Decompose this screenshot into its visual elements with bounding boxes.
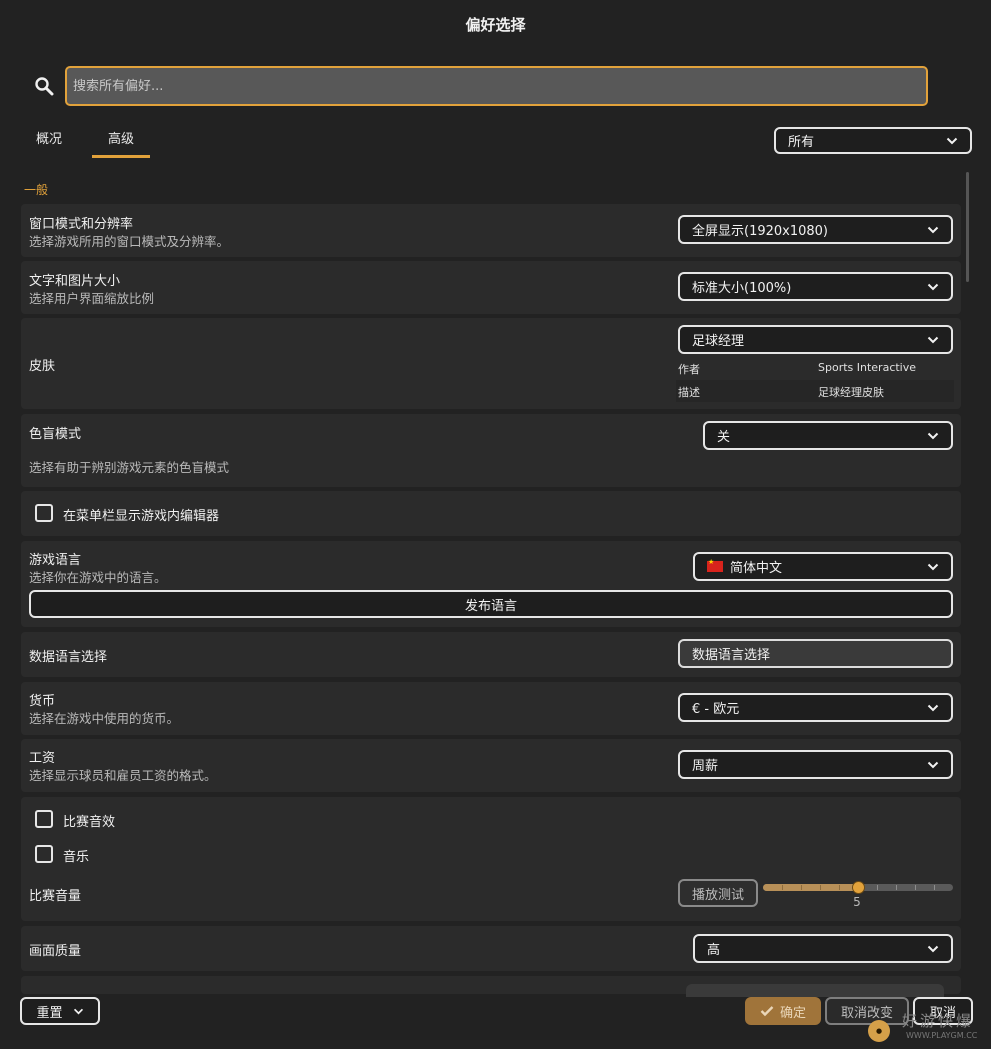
chevron-down-icon — [927, 761, 939, 768]
slider-thumb[interactable] — [851, 881, 865, 894]
chevron-down-icon — [946, 137, 958, 144]
setting-description: 选择在游戏中使用的货币。 — [29, 711, 180, 726]
slider-tick — [801, 885, 802, 890]
slider-tick — [839, 885, 840, 890]
match-volume-slider[interactable] — [763, 881, 953, 894]
editor-menu-checkbox[interactable] — [35, 504, 53, 522]
chevron-down-icon — [73, 1008, 83, 1014]
search-icon — [35, 77, 54, 96]
setting-title: 工资 — [29, 751, 56, 766]
tab-overview[interactable]: 概况 — [26, 120, 72, 158]
setting-title: 文字和图片大小 — [29, 274, 121, 289]
currency-dropdown[interactable]: € - 欧元 — [678, 693, 953, 722]
checkmark-icon — [760, 1006, 774, 1017]
slider-tick — [934, 885, 935, 890]
china-flag-icon — [707, 558, 723, 572]
search-bar — [30, 66, 930, 106]
preferences-dialog: 偏好选择 概况 高级 所有 一般 窗口模式和分辨率 选择游戏所用的窗口模式及分辨… — [0, 0, 991, 1049]
slider-tick — [896, 885, 897, 890]
chevron-down-icon — [927, 563, 939, 570]
dropdown-value: 关 — [717, 430, 731, 445]
skin-author-label: 作者 — [678, 363, 700, 376]
setting-title: 色盲模式 — [29, 427, 82, 442]
quality-dropdown[interactable]: 高 — [693, 934, 953, 963]
match-sfx-label: 比赛音效 — [63, 815, 116, 830]
slider-fill — [763, 884, 858, 891]
tab-bar: 概况 高级 — [26, 120, 170, 158]
setting-title: 数据语言选择 — [29, 650, 108, 665]
music-checkbox[interactable] — [35, 845, 53, 863]
dropdown-value: 高 — [707, 943, 721, 958]
dropdown-value: 足球经理 — [692, 334, 745, 349]
skin-dropdown[interactable]: 足球经理 — [678, 325, 953, 354]
setting-audio: 比赛音量 — [21, 797, 961, 921]
reset-label: 重置 — [36, 1005, 63, 1021]
play-test-button[interactable]: 播放测试 — [678, 879, 758, 907]
tab-advanced[interactable]: 高级 — [92, 120, 151, 158]
match-sfx-checkbox[interactable] — [35, 810, 53, 828]
partial-control — [686, 984, 944, 997]
dropdown-value: 标准大小(100%) — [692, 281, 792, 296]
match-volume-value: 5 — [853, 895, 861, 909]
setting-title: 游戏语言 — [29, 553, 82, 568]
colorblind-dropdown[interactable]: 关 — [703, 421, 953, 450]
setting-description: 选择用户界面缩放比例 — [29, 291, 155, 306]
dropdown-value: € - 欧元 — [692, 702, 740, 717]
dropdown-value: 简体中文 — [730, 561, 783, 576]
slider-tick — [820, 885, 821, 890]
chevron-down-icon — [927, 283, 939, 290]
skin-description-label: 描述 — [678, 386, 700, 399]
match-volume-title: 比赛音量 — [29, 889, 82, 904]
chevron-down-icon — [927, 432, 939, 439]
setting-description: 选择你在游戏中的语言。 — [29, 570, 167, 585]
dropdown-value: 周薪 — [692, 759, 719, 774]
watermark-url: WWW.PLAYGM.CC — [906, 1031, 978, 1040]
filter-dropdown[interactable]: 所有 — [774, 127, 972, 154]
slider-tick — [915, 885, 916, 890]
dialog-title: 偏好选择 — [465, 15, 526, 34]
skin-author-value: Sports Interactive — [818, 361, 917, 374]
window-mode-dropdown[interactable]: 全屏显示(1920x1080) — [678, 215, 953, 244]
slider-tick — [782, 885, 783, 890]
setting-title: 货币 — [29, 694, 56, 709]
watermark-logo-icon: ● — [868, 1020, 890, 1042]
filter-dropdown-value: 所有 — [788, 135, 815, 150]
music-label: 音乐 — [63, 850, 90, 865]
editor-menu-label: 在菜单栏显示游戏内编辑器 — [63, 509, 220, 524]
chevron-down-icon — [927, 945, 939, 952]
setting-title: 窗口模式和分辨率 — [29, 217, 134, 232]
setting-description: 选择有助于辨别游戏元素的色盲模式 — [29, 460, 230, 475]
data-language-button[interactable]: 数据语言选择 — [678, 639, 953, 668]
slider-tick — [877, 885, 878, 890]
reset-button[interactable]: 重置 — [20, 997, 100, 1025]
section-header-general: 一般 — [24, 183, 49, 197]
search-input[interactable] — [65, 66, 928, 106]
confirm-label: 确定 — [779, 1005, 806, 1021]
setting-title: 皮肤 — [29, 359, 56, 374]
scrollbar[interactable] — [966, 172, 969, 282]
language-dropdown[interactable]: 简体中文 — [693, 552, 953, 581]
release-language-button[interactable]: 发布语言 — [29, 590, 953, 618]
chevron-down-icon — [927, 226, 939, 233]
chevron-down-icon — [927, 704, 939, 711]
skin-meta-row-bg — [676, 380, 954, 402]
setting-title: 画面质量 — [29, 944, 82, 959]
setting-description: 选择游戏所用的窗口模式及分辨率。 — [29, 234, 230, 249]
chevron-down-icon — [927, 336, 939, 343]
skin-description-value: 足球经理皮肤 — [818, 386, 884, 399]
dropdown-value: 全屏显示(1920x1080) — [692, 224, 829, 239]
confirm-button[interactable]: 确定 — [745, 997, 821, 1025]
cancel-changes-button[interactable]: 取消改变 — [825, 997, 909, 1025]
wage-dropdown[interactable]: 周薪 — [678, 750, 953, 779]
text-size-dropdown[interactable]: 标准大小(100%) — [678, 272, 953, 301]
setting-description: 选择显示球员和雇员工资的格式。 — [29, 768, 217, 783]
watermark-text: 好游快爆 — [902, 1012, 975, 1030]
